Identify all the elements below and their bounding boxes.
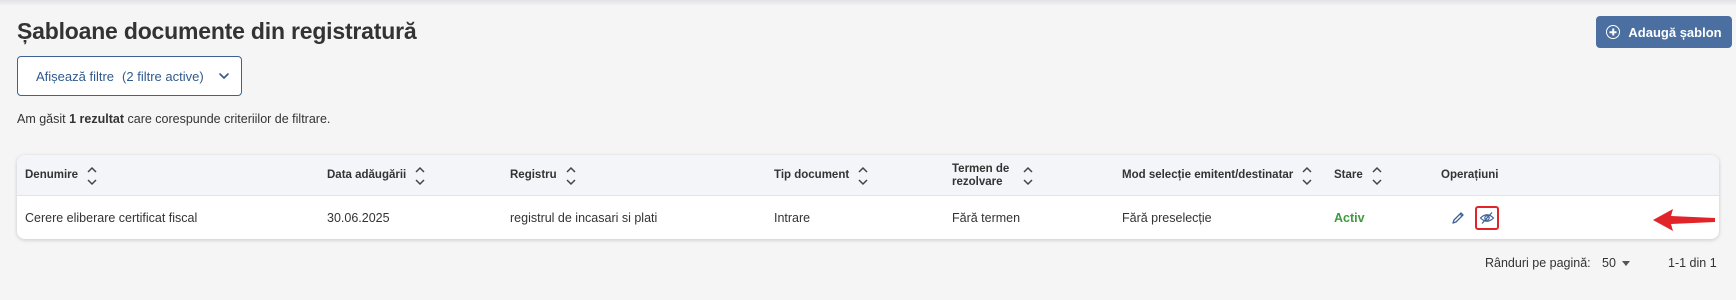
- cell-registry: registrul de incasari si plati: [510, 210, 658, 225]
- sort-arrows-icon[interactable]: [1301, 165, 1313, 187]
- cell-operations: [1449, 196, 1499, 239]
- active-filters-count: (2 filtre active): [122, 68, 204, 84]
- column-label: Denumire: [25, 169, 79, 181]
- status-badge: Activ: [1334, 210, 1365, 225]
- page-title: Șabloane documente din registratură: [17, 18, 417, 44]
- column-header-name[interactable]: Denumire: [25, 155, 98, 196]
- column-header-date-added[interactable]: Data adăugării: [327, 155, 426, 196]
- templates-table: Denumire Data adăugării Registru Tip doc…: [17, 155, 1719, 239]
- add-template-button[interactable]: Adaugă șablon: [1596, 16, 1732, 48]
- column-header-registry[interactable]: Registru: [510, 155, 577, 196]
- results-summary: Am găsit 1 rezultat care corespunde crit…: [17, 112, 330, 126]
- red-arrow-icon: [1653, 209, 1715, 231]
- sort-arrows-icon[interactable]: [414, 165, 426, 187]
- sort-arrows-icon[interactable]: [857, 165, 869, 187]
- column-header-doc-type[interactable]: Tip document: [774, 155, 869, 196]
- cell-selection-mode: Fără preselecție: [1122, 210, 1212, 225]
- cell-deadline: Fără termen: [952, 210, 1021, 225]
- results-count: 1 rezultat: [69, 112, 125, 126]
- results-prefix: Am găsit: [17, 112, 66, 126]
- eye-off-icon[interactable]: [1475, 205, 1499, 230]
- add-template-label: Adaugă șablon: [1628, 24, 1722, 40]
- column-header-deadline[interactable]: Termen de rezolvare: [952, 155, 1034, 196]
- top-shadow: [0, 0, 1736, 6]
- column-header-operations: Operațiuni: [1441, 155, 1499, 196]
- show-filters-label: Afișează filtre: [36, 68, 115, 84]
- sort-arrows-icon[interactable]: [86, 165, 98, 187]
- sort-arrows-icon[interactable]: [1371, 165, 1383, 187]
- sort-arrows-icon[interactable]: [565, 165, 577, 187]
- rows-per-page-label: Rânduri pe pagină:: [1485, 256, 1591, 270]
- column-label: Mod selecție emitent/destinatar: [1122, 169, 1294, 181]
- pencil-icon[interactable]: [1449, 209, 1467, 227]
- chevron-down-icon: [218, 73, 229, 79]
- column-label: Termen de rezolvare: [952, 162, 1010, 188]
- plus-circle-icon: [1606, 25, 1621, 39]
- results-suffix: care corespunde criteriilor de filtrare.: [127, 112, 331, 126]
- cell-date-added: 30.06.2025: [327, 210, 390, 225]
- rows-per-page-select[interactable]: 50: [1602, 256, 1630, 270]
- caret-down-icon: [1621, 260, 1630, 266]
- pagination-range: 1-1 din 1: [1668, 256, 1717, 270]
- column-label: Stare: [1334, 169, 1363, 181]
- column-label: Tip document: [774, 169, 850, 181]
- column-header-status[interactable]: Stare: [1334, 155, 1383, 196]
- cell-doc-type: Intrare: [774, 210, 811, 225]
- rows-per-page-value: 50: [1602, 256, 1616, 270]
- column-label: Registru: [510, 169, 557, 181]
- table-row: Cerere eliberare certificat fiscal 30.06…: [17, 196, 1719, 239]
- sort-arrows-icon[interactable]: [1022, 165, 1034, 187]
- table-header: Denumire Data adăugării Registru Tip doc…: [17, 155, 1719, 196]
- cell-name: Cerere eliberare certificat fiscal: [25, 210, 198, 225]
- column-header-selection-mode[interactable]: Mod selecție emitent/destinatar: [1122, 155, 1313, 196]
- column-label: Data adăugării: [327, 169, 407, 181]
- column-label: Operațiuni: [1441, 169, 1499, 181]
- show-filters-button[interactable]: Afișează filtre (2 filtre active): [17, 56, 242, 96]
